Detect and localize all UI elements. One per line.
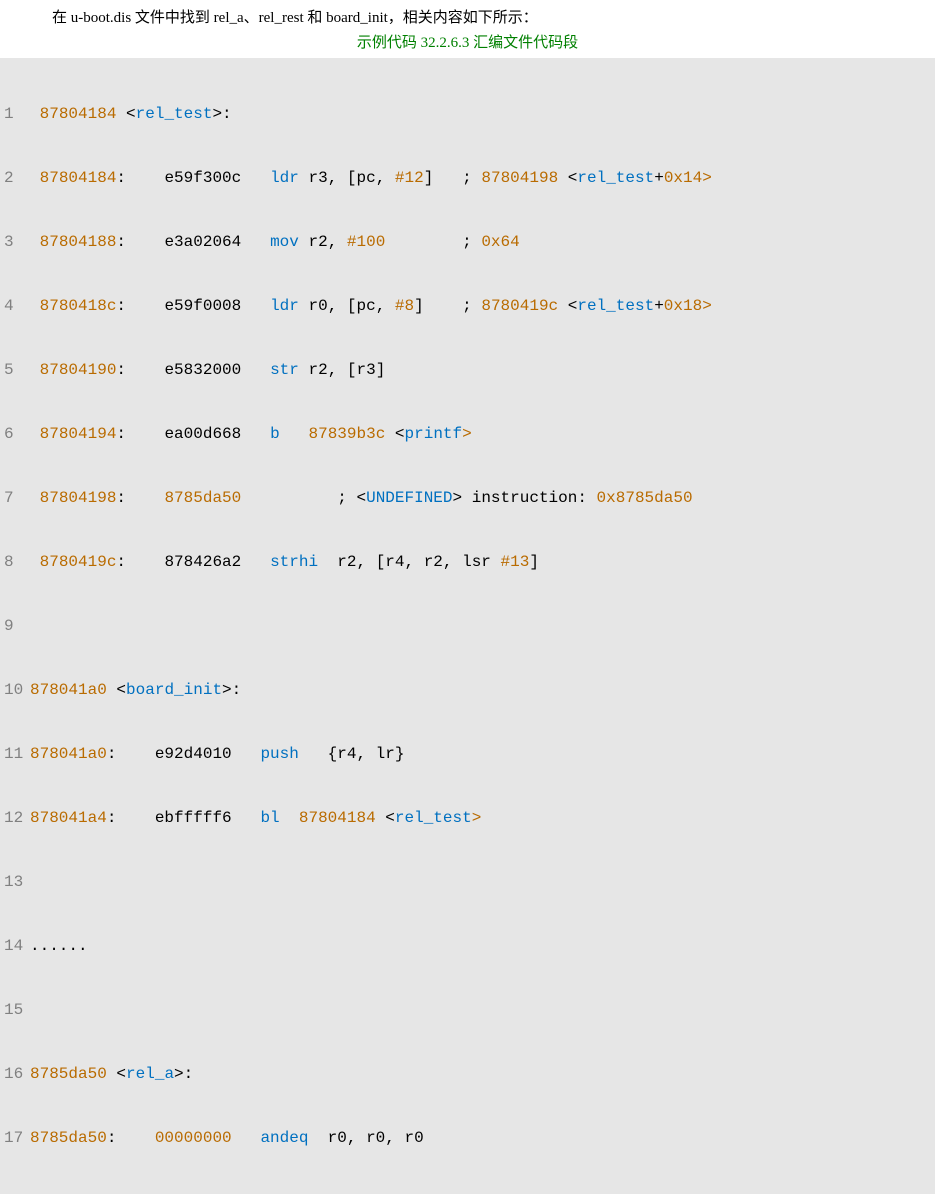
line-number: 11 (4, 738, 30, 770)
code-line: 9 (4, 610, 931, 642)
target: 87839b3c (308, 425, 385, 443)
line-number: 4 (4, 290, 30, 322)
code-line: 15 (4, 994, 931, 1026)
opcode: bl (260, 809, 279, 827)
address: 8785da50 (30, 1065, 107, 1083)
line-number: 1 (4, 98, 30, 130)
line-number: 15 (4, 994, 30, 1026)
address: 87804198 (40, 489, 117, 507)
opcode: ldr (270, 297, 299, 315)
symbol: rel_a (126, 1065, 174, 1083)
target: 87804184 (299, 809, 376, 827)
address: 87804184 (40, 105, 117, 123)
line-number: 12 (4, 802, 30, 834)
address: 878041a0 (30, 681, 107, 699)
address: 87804190 (40, 361, 117, 379)
args: r0, [pc, (308, 297, 394, 315)
args: r0, r0, r0 (328, 1129, 424, 1147)
opcode: ldr (270, 169, 299, 187)
opcode: mov (270, 233, 299, 251)
args: r3, [pc, (308, 169, 394, 187)
opcode: str (270, 361, 299, 379)
hex: 8785da50 (164, 489, 241, 507)
address: 8780419c (40, 553, 117, 571)
line-number: 2 (4, 162, 30, 194)
hex: 00000000 (155, 1129, 232, 1147)
code-line: 4 8780418c: e59f0008 ldr r0, [pc, #8] ; … (4, 290, 931, 322)
symbol: printf (405, 425, 463, 443)
opcode: push (260, 745, 298, 763)
code-line: 11878041a0: e92d4010 push {r4, lr} (4, 738, 931, 770)
code-line: 6 87804194: ea00d668 b 87839b3c <printf> (4, 418, 931, 450)
code-line: 178785da50: 00000000 andeq r0, r0, r0 (4, 1122, 931, 1154)
hex: e5832000 (164, 361, 241, 379)
immediate: #12 (395, 169, 424, 187)
code-caption: 示例代码 32.2.6.3 汇编文件代码段 (0, 31, 935, 58)
symbol: rel_test (395, 809, 472, 827)
code-line: 3 87804188: e3a02064 mov r2, #100 ; 0x64 (4, 226, 931, 258)
immediate: #100 (347, 233, 385, 251)
hex: ebfffff6 (155, 809, 232, 827)
symbol: rel_test (136, 105, 213, 123)
hex: ea00d668 (164, 425, 241, 443)
line-number: 6 (4, 418, 30, 450)
hex: e3a02064 (164, 233, 241, 251)
ellipsis: ...... (30, 937, 88, 955)
code-line: 14...... (4, 930, 931, 962)
immediate: #8 (395, 297, 414, 315)
code-line: 12878041a4: ebfffff6 bl 87804184 <rel_te… (4, 802, 931, 834)
undefined: UNDEFINED (366, 489, 452, 507)
comment-addr: 87804198 (481, 169, 558, 187)
line-number: 17 (4, 1122, 30, 1154)
address: 87804184 (40, 169, 117, 187)
comment-sym: rel_test (577, 169, 654, 187)
code-line: 168785da50 <rel_a>: (4, 1058, 931, 1090)
args: {r4, lr} (328, 745, 405, 763)
code-line: 7 87804198: 8785da50 ; <UNDEFINED> instr… (4, 482, 931, 514)
line-number: 7 (4, 482, 30, 514)
code-line: 1 87804184 <rel_test>: (4, 98, 931, 130)
line-number: 3 (4, 226, 30, 258)
line-number: 9 (4, 610, 30, 642)
opcode: b (270, 425, 280, 443)
opcode: strhi (270, 553, 318, 571)
comment: 0x64 (481, 233, 519, 251)
line-number: 14 (4, 930, 30, 962)
address: 8785da50 (30, 1129, 107, 1147)
code-line: 13 (4, 866, 931, 898)
args: r2, [r4, r2, lsr (337, 553, 500, 571)
intro-text: 在 u-boot.dis 文件中找到 rel_a、rel_rest 和 boar… (0, 0, 935, 31)
code-block: 1 87804184 <rel_test>: 2 87804184: e59f3… (0, 58, 935, 1194)
code-line: 8 8780419c: 878426a2 strhi r2, [r4, r2, … (4, 546, 931, 578)
hex: e59f0008 (164, 297, 241, 315)
hex: 878426a2 (164, 553, 241, 571)
immediate: #13 (501, 553, 530, 571)
hex: e92d4010 (155, 745, 232, 763)
opcode: andeq (260, 1129, 308, 1147)
args: r2, (308, 233, 346, 251)
address: 878041a4 (30, 809, 107, 827)
comment-sym: rel_test (577, 297, 654, 315)
address: 87804194 (40, 425, 117, 443)
code-line: 5 87804190: e5832000 str r2, [r3] (4, 354, 931, 386)
line-number: 16 (4, 1058, 30, 1090)
comment-addr: 8780419c (481, 297, 558, 315)
code-line: 2 87804184: e59f300c ldr r3, [pc, #12] ;… (4, 162, 931, 194)
line-number: 10 (4, 674, 30, 706)
line-number: 5 (4, 354, 30, 386)
address: 878041a0 (30, 745, 107, 763)
address: 87804188 (40, 233, 117, 251)
symbol: board_init (126, 681, 222, 699)
line-number: 8 (4, 546, 30, 578)
args: r2, [r3] (308, 361, 385, 379)
code-line: 10878041a0 <board_init>: (4, 674, 931, 706)
address: 8780418c (40, 297, 117, 315)
line-number: 13 (4, 866, 30, 898)
hex: e59f300c (164, 169, 241, 187)
